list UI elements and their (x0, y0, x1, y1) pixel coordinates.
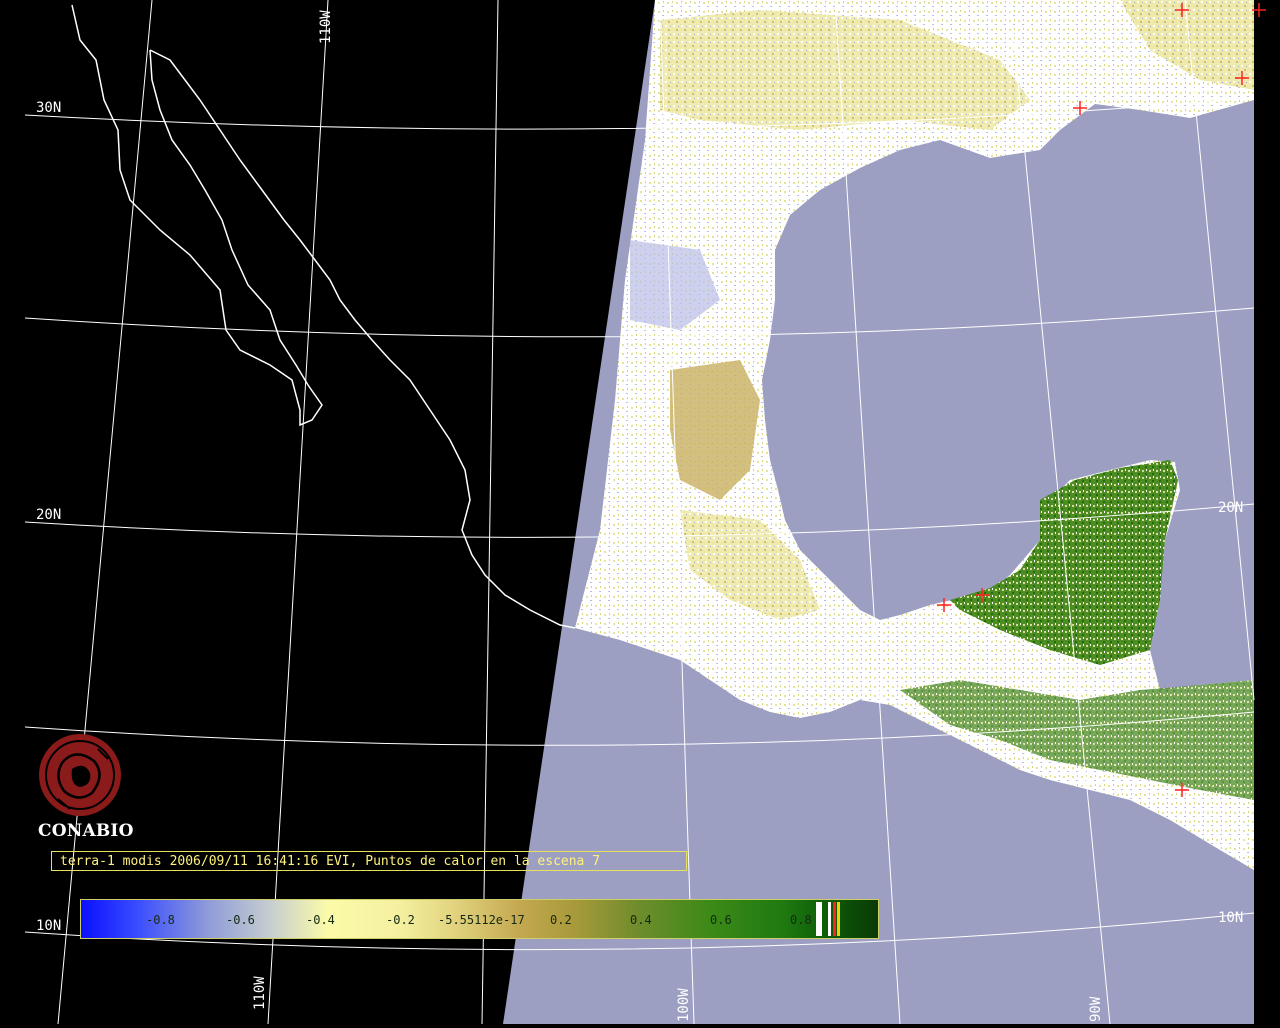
scale-tick: -5.55112e-17 (438, 913, 525, 927)
logo-caption: CONABIO (38, 821, 134, 841)
scale-tick: 0.6 (710, 913, 732, 927)
no-data-strip (1254, 0, 1280, 1024)
lat-label-20n: 20N (36, 507, 61, 523)
lat-label-10n-right: 10N (1218, 910, 1243, 926)
scale-tick: 0.2 (550, 913, 572, 927)
scale-tick: -0.2 (386, 913, 415, 927)
lat-label-30n: 30N (36, 100, 61, 116)
water-mark (828, 902, 831, 936)
satellite-map: 30N 20N 10N 20N 10N 110W 110W 100W 90W C… (0, 0, 1280, 1025)
lat-label-10n: 10N (36, 918, 61, 934)
hotspot-mark (833, 902, 836, 936)
conabio-logo (39, 734, 121, 816)
scale-tick: 0.4 (630, 913, 652, 927)
lon-label-110w: 110W (252, 976, 268, 1010)
lon-label-100w: 100W (676, 988, 692, 1022)
lon-label-90w: 90W (1088, 996, 1104, 1022)
scale-special-marks (816, 902, 856, 936)
scale-tick: -0.8 (146, 913, 175, 927)
lon-label-110w-top: 110W (318, 10, 334, 44)
scale-tick: 0.8 (790, 913, 812, 927)
lat-label-20n-right: 20N (1218, 500, 1243, 516)
scale-tick: -0.4 (306, 913, 335, 927)
cloud-mark (816, 902, 822, 936)
evi-color-scale: -0.8 -0.6 -0.4 -0.2 -5.55112e-17 0.2 0.4… (80, 899, 879, 939)
flag-mark (837, 902, 840, 936)
scene-caption: terra-1 modis 2006/09/11 16:41:16 EVI, P… (51, 851, 687, 871)
scale-tick: -0.6 (226, 913, 255, 927)
